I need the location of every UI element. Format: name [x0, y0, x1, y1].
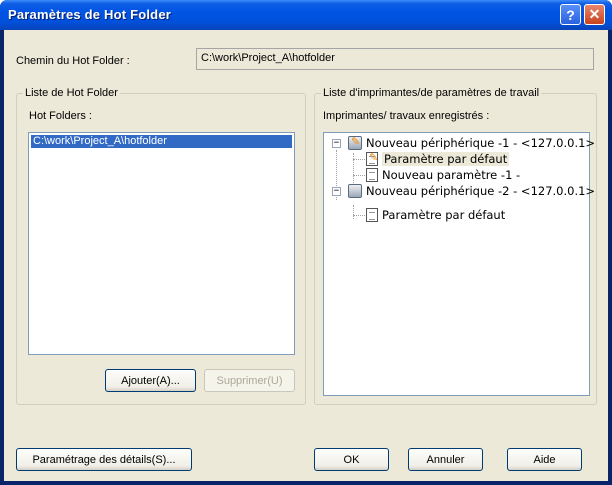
tree-item-device-2[interactable]: Nouveau périphérique -2 - <127.0.0.1>	[348, 184, 595, 198]
hot-folder-list-group-title: Liste de Hot Folder	[23, 87, 120, 99]
ok-button[interactable]: OK	[314, 448, 389, 471]
hot-folders-listbox[interactable]: C:\work\Project_A\hotfolder	[28, 132, 295, 355]
help-button[interactable]: Aide	[507, 448, 582, 471]
tree-item-device-1[interactable]: ✎ Nouveau périphérique -1 - <127.0.0.1>	[348, 135, 596, 150]
tree-item-new-setting-1[interactable]: Nouveau paramètre -1 -	[366, 168, 520, 182]
printer-settings-group-title: Liste d'imprimantes/de paramètres de tra…	[321, 87, 542, 99]
printer-tree[interactable]: − ✎ Nouveau périphérique -1 - <127.0.0.1…	[323, 132, 595, 396]
hot-folder-list-group: Liste de Hot Folder Hot Folders : C:\wor…	[16, 87, 306, 405]
details-settings-button[interactable]: Paramétrage des détails(S)...	[16, 448, 192, 471]
collapse-icon[interactable]: −	[332, 187, 341, 196]
title-bar[interactable]: Paramètres de Hot Folder ? ✕	[0, 0, 612, 30]
hot-folders-label: Hot Folders :	[29, 110, 92, 122]
remove-button[interactable]: Supprimer(U)	[204, 369, 295, 392]
printer-settings-group: Liste d'imprimantes/de paramètres de tra…	[314, 87, 597, 405]
dialog-window: Paramètres de Hot Folder ? ✕ Chemin du H…	[0, 0, 612, 485]
registered-printers-label: Imprimantes/ travaux enregistrés :	[323, 110, 490, 122]
help-icon: ?	[566, 6, 575, 23]
document-icon: ✎	[366, 151, 378, 166]
new-setting-1-label: Nouveau paramètre -1 -	[382, 168, 521, 182]
hot-folder-path-field: C:\work\Project_A\hotfolder	[196, 48, 594, 70]
tree-item-default-setting-1[interactable]: ✎ Paramètre par défaut	[366, 151, 510, 166]
tree-item-default-setting-2[interactable]: Paramètre par défaut	[366, 208, 505, 222]
default-setting-1-label: Paramètre par défaut	[382, 152, 510, 166]
device-1-label: Nouveau périphérique -1 - <127.0.0.1>	[366, 136, 596, 150]
hot-folder-path-label: Chemin du Hot Folder :	[16, 55, 130, 67]
cancel-button[interactable]: Annuler	[408, 448, 483, 471]
default-setting-2-label: Paramètre par défaut	[382, 208, 506, 222]
document-icon	[366, 208, 378, 222]
close-icon: ✕	[588, 6, 601, 22]
window-title: Paramètres de Hot Folder	[8, 7, 172, 22]
printer-icon	[348, 184, 362, 198]
hot-folder-list-item[interactable]: C:\work\Project_A\hotfolder	[31, 135, 292, 148]
collapse-icon[interactable]: −	[332, 139, 341, 148]
help-title-button[interactable]: ?	[560, 4, 581, 25]
dialog-client-area: Chemin du Hot Folder : C:\work\Project_A…	[4, 30, 608, 481]
close-button[interactable]: ✕	[584, 4, 605, 25]
document-icon	[366, 168, 378, 182]
add-button[interactable]: Ajouter(A)...	[105, 369, 196, 392]
device-2-label: Nouveau périphérique -2 - <127.0.0.1>	[366, 184, 596, 198]
printer-icon: ✎	[348, 135, 362, 150]
